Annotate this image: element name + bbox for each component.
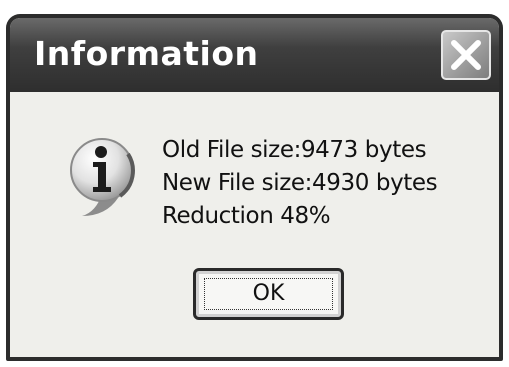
title-bar[interactable]: Information: [10, 18, 499, 92]
reduction-line: Reduction 48%: [162, 203, 331, 229]
ok-button[interactable]: OK: [193, 268, 344, 320]
info-icon: [70, 138, 135, 216]
new-file-size-line: New File size:4930 bytes: [162, 170, 438, 196]
focus-rectangle: [204, 278, 333, 310]
old-file-size-line: Old File size:9473 bytes: [162, 137, 427, 163]
message-text: Old File size:9473 bytes New File size:4…: [162, 134, 438, 233]
dialog-body: Old File size:9473 bytes New File size:4…: [10, 92, 499, 357]
dialog-title: Information: [34, 34, 259, 73]
information-dialog: Information Old File size:9473 bytes New…: [6, 14, 503, 361]
close-button[interactable]: [441, 30, 491, 80]
close-icon: [451, 40, 481, 70]
